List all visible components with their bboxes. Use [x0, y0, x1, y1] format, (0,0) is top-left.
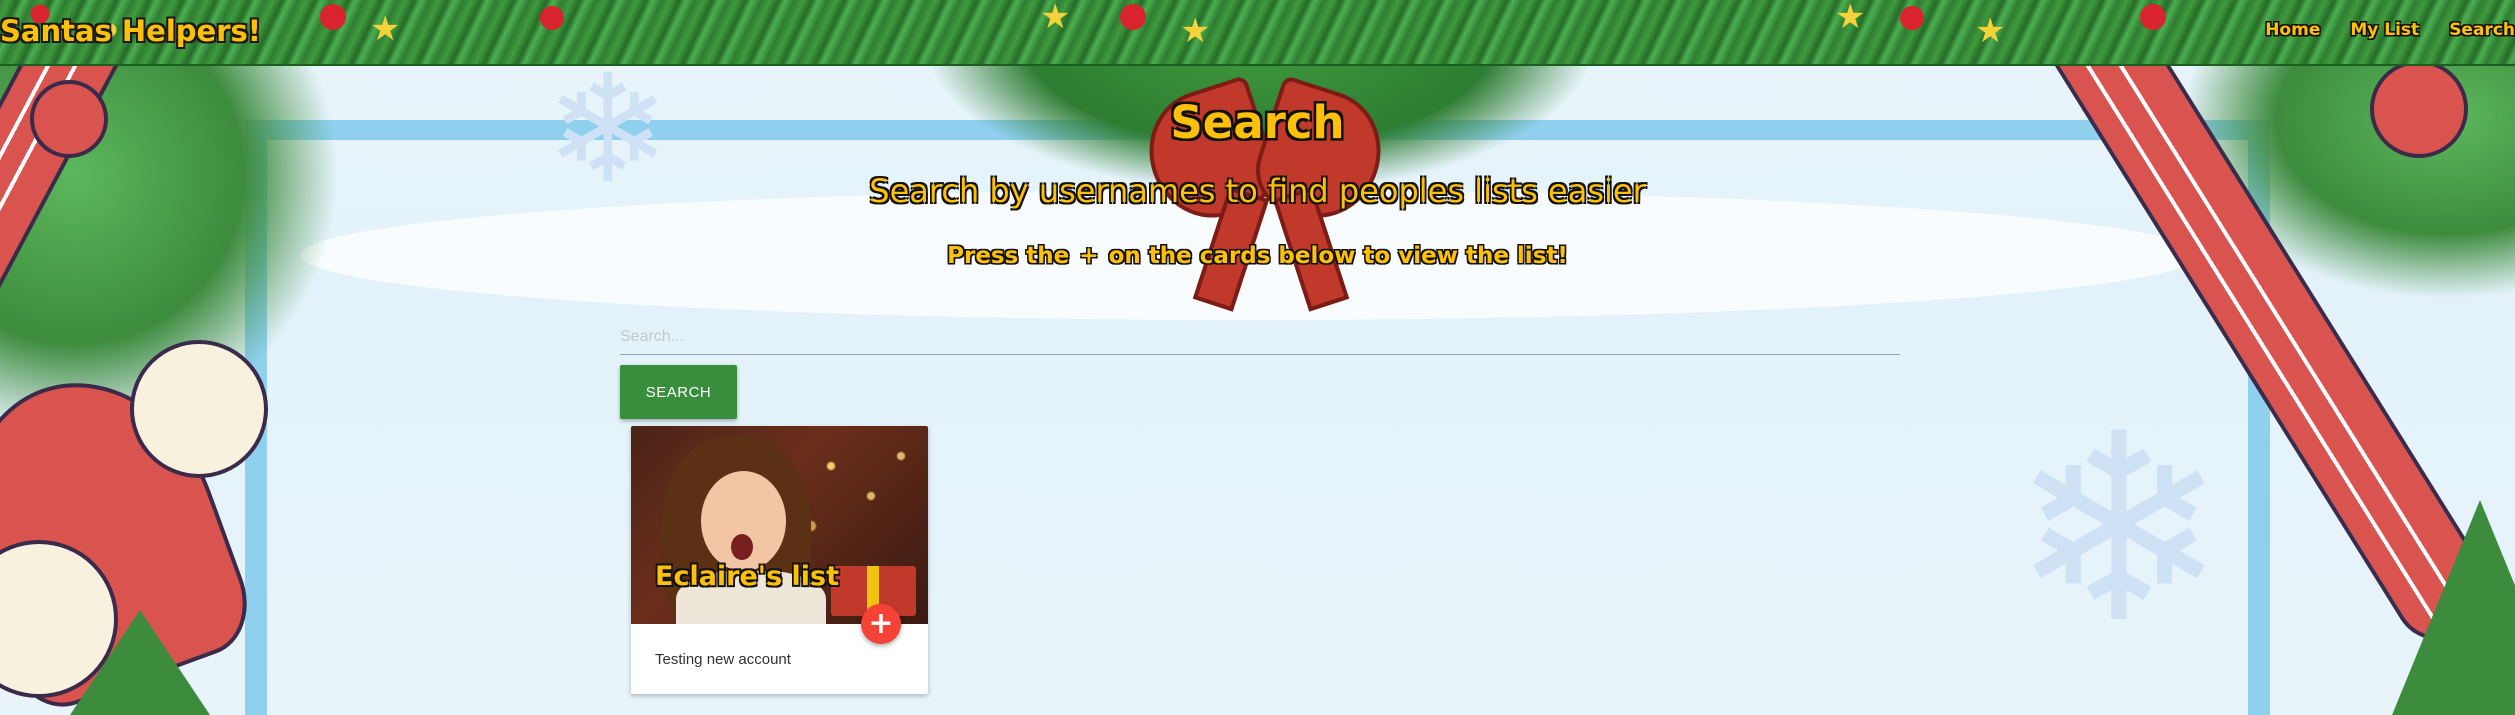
photo-mouth	[731, 534, 753, 560]
page-hint: Press the + on the cards below to view t…	[0, 243, 2515, 269]
hint-text-after: on the cards below to view the list!	[1108, 243, 1568, 269]
main-content: Search Search by usernames to find peopl…	[0, 0, 2515, 715]
plus-icon[interactable]: +	[861, 604, 901, 644]
page-subtitle: Search by usernames to find peoples list…	[869, 172, 1646, 210]
card-image: Eclaire's list	[631, 426, 928, 624]
card-title: Eclaire's list	[655, 561, 840, 592]
page-title: Search	[1170, 96, 1345, 149]
search-button[interactable]: SEARCH	[620, 365, 737, 419]
plus-icon: +	[1079, 243, 1099, 269]
card-description: Testing new account	[655, 651, 791, 668]
search-input[interactable]	[620, 320, 1900, 355]
hint-text-before: Press the	[947, 243, 1070, 269]
list-card: Eclaire's list + Testing new account	[631, 426, 928, 694]
